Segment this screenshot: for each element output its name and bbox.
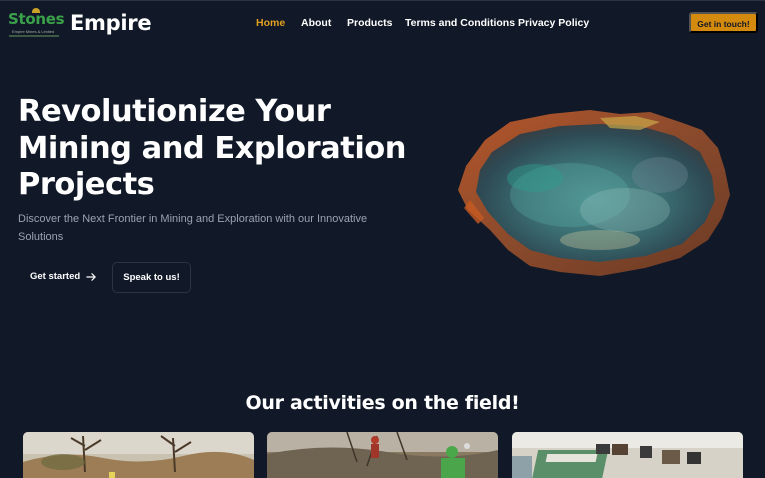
field-photo-trees [23,432,254,478]
speak-to-us-button[interactable]: Speak to us! [112,262,191,293]
activity-photo-card[interactable] [23,432,254,478]
hero-title-line: Mining and Exploration [18,130,406,166]
get-started-button[interactable]: Get started [19,262,105,292]
hero-subtitle: Discover the Next Frontier in Mining and… [18,213,368,243]
hero-title-line: Revolutionize Your [18,94,331,129]
site-header: Stones Empire Mines & Limited Empire Hom… [0,0,765,46]
get-started-label: Get started [30,271,81,282]
logo-underline [9,35,59,37]
nav-terms[interactable]: Terms and Conditions [405,16,515,30]
nav-home[interactable]: Home [256,16,285,30]
hero-title-line: Projects [18,167,155,202]
mineral-rock-image [458,110,730,276]
arrow-right-icon [86,273,96,281]
activity-photo-card[interactable] [512,432,743,478]
nav-privacy[interactable]: Privacy Policy [518,16,589,30]
nav-products[interactable]: Products [347,16,393,30]
get-in-touch-button[interactable]: Get in touch! [689,12,758,33]
nav-about[interactable]: About [301,16,331,30]
field-photo-workers [267,432,498,478]
main-nav: Home About Products Terms and Conditions… [0,16,765,30]
hero-title: Revolutionize Your Mining and Exploratio… [18,94,438,204]
office-photo [512,432,743,478]
activities-title: Our activities on the field! [245,392,520,414]
activity-photo-card[interactable] [267,432,498,478]
